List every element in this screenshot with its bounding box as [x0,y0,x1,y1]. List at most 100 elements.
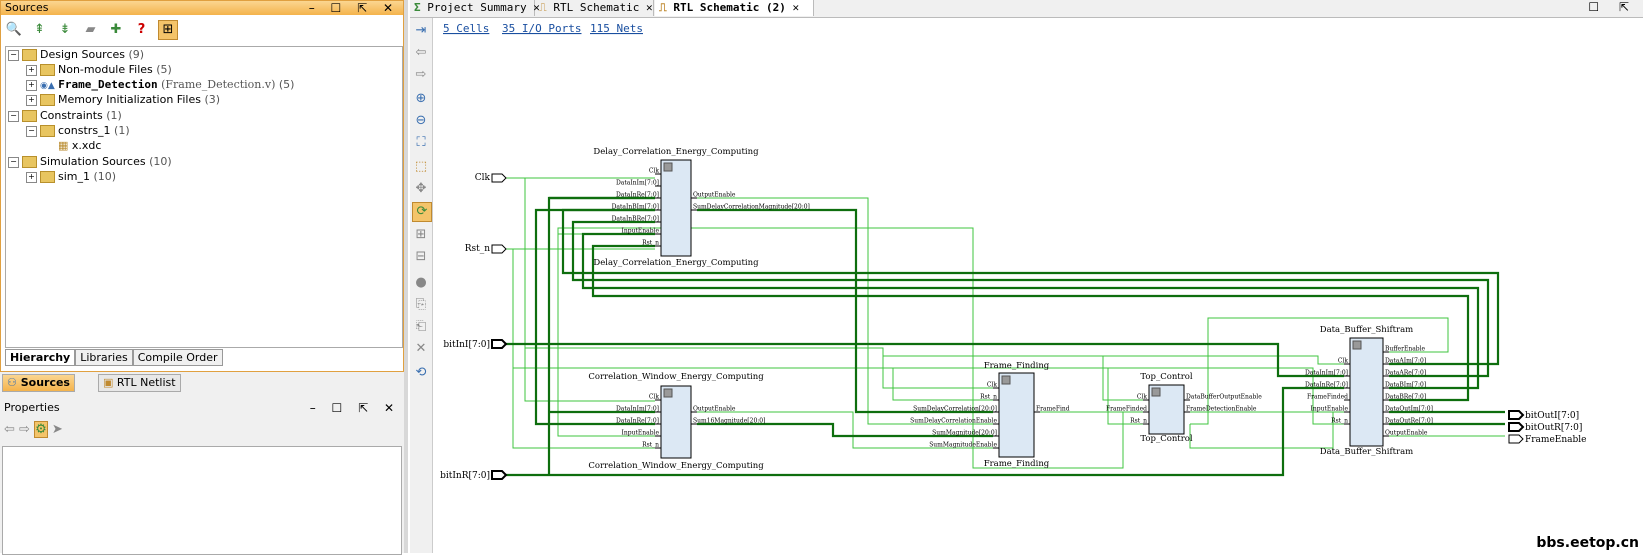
cell-cwec[interactable]: Correlation_Window_Energy_Computing Corre… [588,372,765,471]
output-port-bitoutr[interactable] [1508,422,1525,432]
next-icon[interactable]: ⎗ [412,318,430,336]
tab-sources[interactable]: ⚇ Sources [2,374,75,392]
tree-label: sim_1 [58,170,91,183]
cell-name: Top_Control [1140,372,1193,382]
tree-item-sim-sources[interactable]: − Simulation Sources (10) [8,154,172,169]
input-port-clk[interactable] [491,173,507,183]
open-folder-icon[interactable]: ▰ [82,21,100,39]
cell-tc[interactable]: Top_Control Top_Control Clk FrameFinded Rst_… [1106,372,1262,444]
tab-project-summary[interactable]: Σ Project Summary ✕ [410,0,540,16]
tab-label: Sources [20,376,70,389]
tab-libraries[interactable]: Libraries [75,349,133,366]
close-icon[interactable]: ✕ [793,1,800,14]
zoom-fit-icon[interactable]: ⛶ [412,134,430,152]
tree-item-sim-1[interactable]: + sim_1 (10) [26,169,116,184]
expand-icon[interactable]: ⊞ [412,226,430,244]
cell-box[interactable] [998,372,1035,458]
output-ports: bitOutI[7:0] bitOutR[7:0] FrameEnable [1508,410,1586,445]
port-label: Clk [475,173,491,183]
input-ports: Clk Rst_n bitInI[7:0] bitInR[7:0] [440,173,508,481]
editor-window-buttons[interactable]: ☐ ⇱ [1588,0,1637,14]
back-icon[interactable]: ⇦ [412,44,430,62]
cell-name: Correlation_Window_Energy_Computing [588,372,764,382]
zoom-in-icon[interactable]: ⊕ [412,90,430,108]
output-pin-label: OutputEnable [693,192,736,199]
expand-all-icon[interactable]: ⇟ [56,21,74,39]
output-pin-label: DataARe[7:0] [1385,370,1426,377]
input-pin-label: DataInIm[7:0] [616,406,659,413]
properties-content [2,446,402,555]
netlist-icon: ▣ [103,376,114,389]
zoom-out-icon[interactable]: ⊖ [412,112,430,130]
schematic-canvas[interactable]: 5 Cells 35 I/O Ports 115 Nets Clk Rst_n … [433,18,1643,553]
properties-window-buttons[interactable]: – ☐ ⇱ ✕ [310,400,400,416]
tree-label: Design Sources [40,48,125,61]
tree-item-xdc[interactable]: ▦ x.xdc [58,138,101,153]
output-pin-label: DataOutRe[7:0] [1385,418,1433,425]
view-tabs: ⚇ Sources ▣ RTL Netlist [0,372,404,392]
tree-item-constrs-1[interactable]: − constrs_1 (1) [26,123,130,138]
regenerate-icon[interactable]: ⟳ [412,202,432,222]
tree-item-non-module[interactable]: + Non-module Files (5) [26,62,172,77]
output-port-frameenable[interactable] [1508,434,1524,444]
input-pin-label: InputEnable [622,430,660,437]
delete-icon[interactable]: ✕ [412,340,430,358]
previous-icon[interactable]: ⎘ [412,296,430,314]
cell-box[interactable] [660,159,692,257]
tab-hierarchy[interactable]: Hierarchy [5,349,76,366]
panel-splitter[interactable] [404,0,408,553]
link-nets[interactable]: 115 Nets [590,22,643,35]
move-icon[interactable]: ✥ [412,180,430,198]
output-pin-label: OutputEnable [1385,430,1428,437]
close-icon[interactable]: ✕ [646,1,653,14]
output-port-bitouti[interactable] [1508,410,1525,420]
tree-label: Constraints [40,109,103,122]
forward-icon[interactable]: ⇨ [412,66,430,84]
tree-count: (5) [156,63,172,76]
cell-dcec[interactable]: Delay_Correlation_Energy_Computing Delay_… [593,147,809,268]
input-pin-label: DataInRe[7:0] [1305,382,1348,389]
input-pin-label: Clk [649,394,660,401]
collapse-all-icon[interactable]: ⇞ [31,21,49,39]
tree-item-memory-init[interactable]: + Memory Initialization Files (3) [26,92,220,107]
fit-selection-icon[interactable]: ⇥ [412,22,430,40]
tree-item-design-sources[interactable]: − Design Sources (9) [8,47,144,62]
tab-compile-order[interactable]: Compile Order [132,349,223,366]
sources-window-buttons[interactable]: – ☐ ⇱ ✕ [309,1,399,15]
input-port-rst[interactable] [491,244,507,254]
properties-settings-icon[interactable]: ⚙ [34,421,48,438]
select-area-icon[interactable]: ⬚ [412,158,430,176]
back-icon[interactable]: ⇦ [4,422,15,437]
sources-bottom-tabs: Hierarchy Libraries Compile Order [5,349,223,366]
editor-area: Σ Project Summary ✕ ⎍ RTL Schematic ✕ ⎍ … [410,0,1643,553]
link-io-ports[interactable]: 35 I/O Ports [502,22,581,35]
output-pin-label: SumDelayCorrelationMagnitude[20:0] [693,204,810,211]
add-sources-icon[interactable]: ✚ [107,21,125,39]
help-icon[interactable]: ? [133,21,151,39]
tab-rtl-schematic[interactable]: ⎍ RTL Schematic ✕ [535,0,654,16]
cell-ff[interactable]: Frame_Finding Frame_Finding Clk Rst_n SumDel… [910,361,1070,469]
output-pin-label: FrameDetectionEnable [1186,406,1257,413]
tab-rtl-schematic-2[interactable]: ⎍ RTL Schematic (2) ✕ [655,0,814,16]
collapse-icon[interactable]: ⊟ [412,248,430,266]
refresh-icon[interactable]: ⟲ [412,364,430,382]
search-icon[interactable]: ● [412,274,430,292]
show-hierarchy-icon[interactable]: ⊞ [158,20,178,40]
cell-box[interactable] [1349,337,1384,447]
cell-dbs[interactable]: Data_Buffer_Shiftram Data_Buffer_Shiftram… [1305,325,1433,457]
forward-icon[interactable]: ⇨ [19,422,30,437]
input-port-bitinr[interactable] [491,470,508,480]
input-pin-label: InputEnable [1311,406,1349,413]
tree-item-constraints[interactable]: − Constraints (1) [8,108,122,123]
tree-item-frame-detection[interactable]: + ◉▲ Frame_Detection (Frame_Detection.v) … [26,77,294,92]
link-cells[interactable]: 5 Cells [443,22,489,35]
input-pin-label: Rst_n [642,442,659,449]
tree-count: (10) [93,170,117,183]
tab-rtl-netlist[interactable]: ▣ RTL Netlist [98,374,181,392]
input-pin-label: DataInIm[7:0] [616,180,659,187]
input-port-bitini[interactable] [491,339,508,349]
tab-label: Project Summary [427,1,527,14]
select-pointer-icon[interactable]: ➤ [52,422,63,437]
search-icon[interactable]: 🔍 [5,21,23,39]
tree-label: x.xdc [71,139,102,152]
